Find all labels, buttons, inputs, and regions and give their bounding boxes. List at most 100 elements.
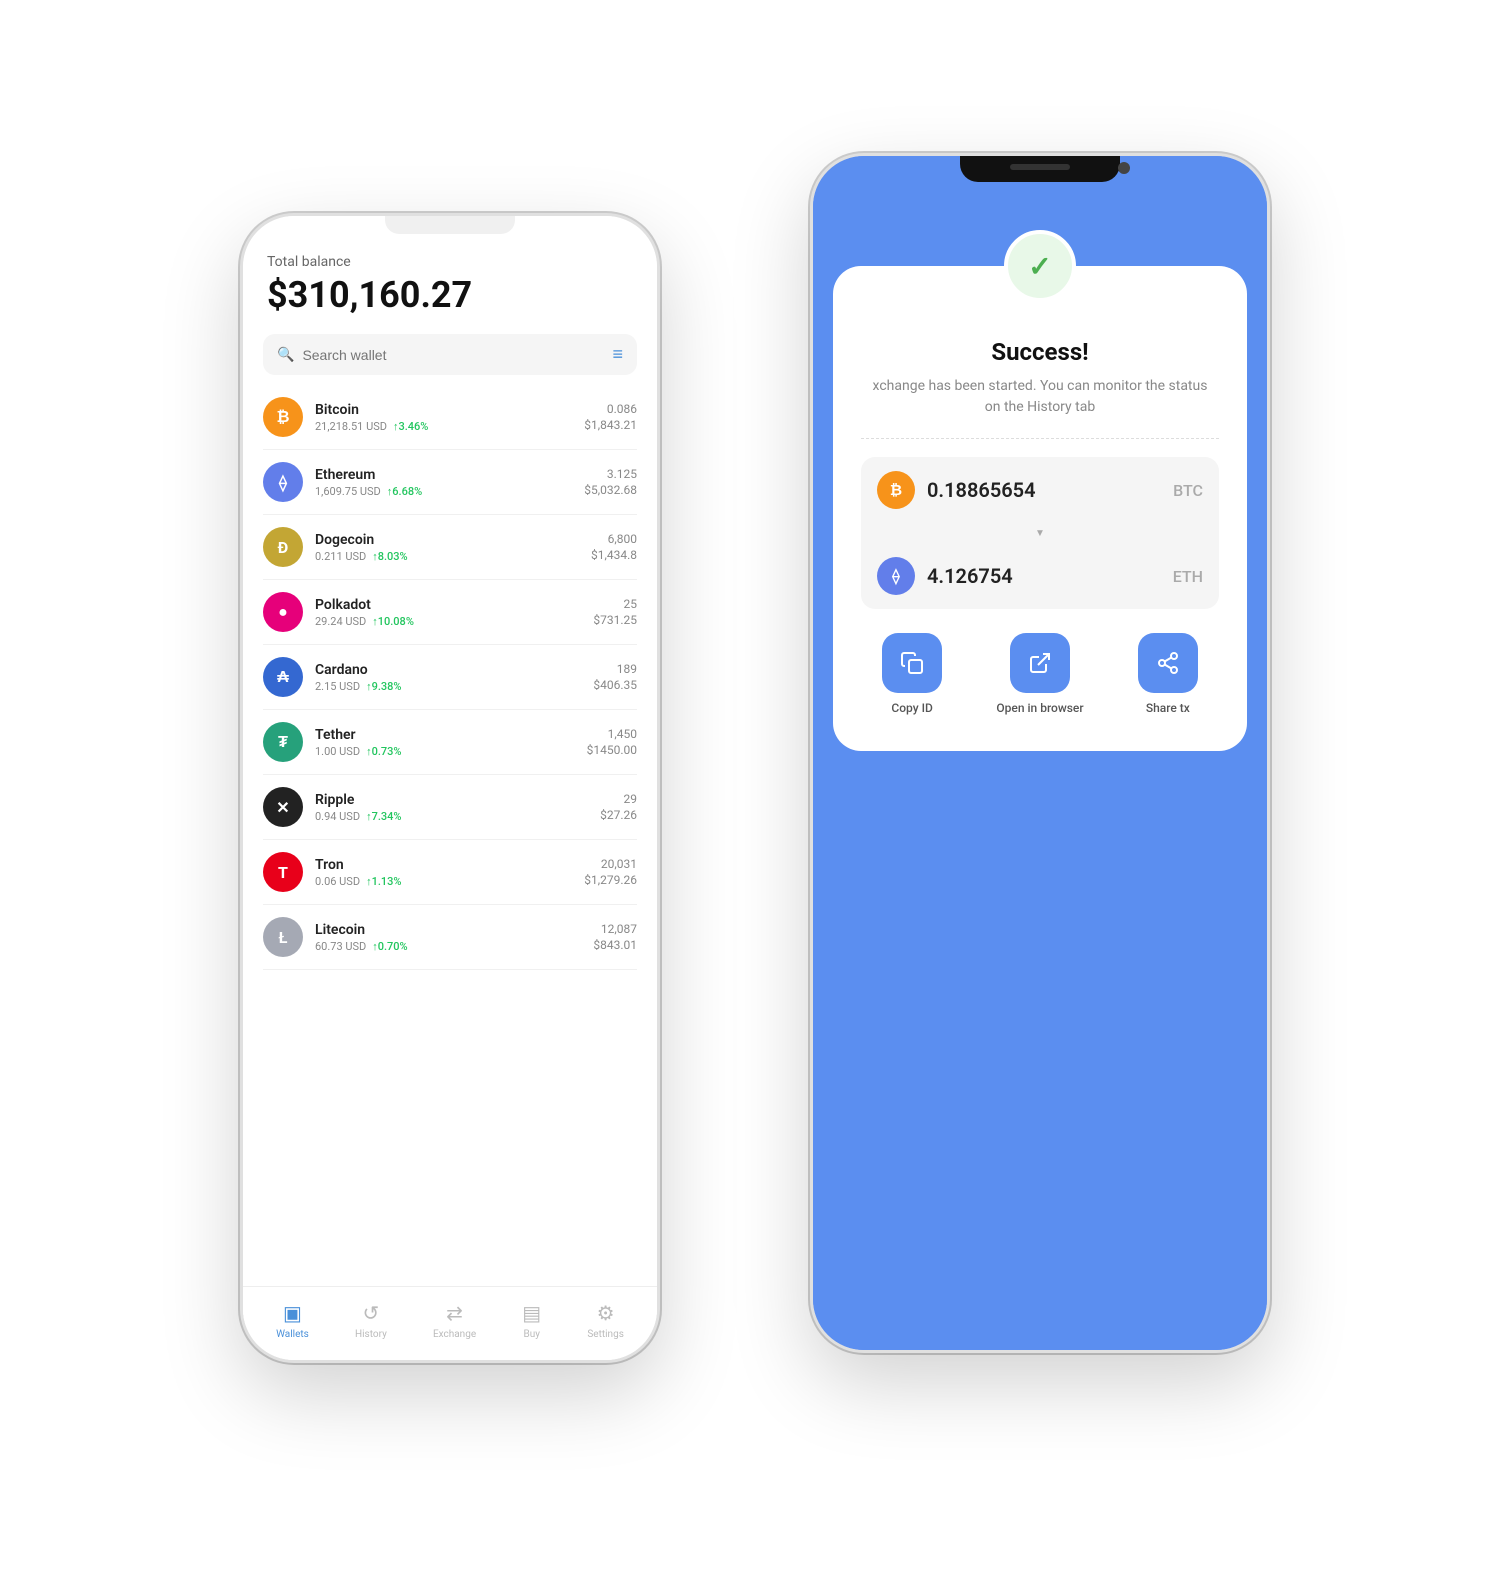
coin-info-ada: Cardano 2.15 USD ↑9.38%	[315, 662, 581, 693]
coin-amount-ada: 189	[593, 662, 637, 676]
nav-icon-history: ↺	[363, 1301, 380, 1325]
coin-name-usdt: Tether	[315, 727, 575, 743]
left-volume-up	[240, 396, 242, 436]
coin-usd-eth: 1,609.75 USD	[315, 485, 381, 498]
nav-item-history[interactable]: ↺ History	[355, 1301, 387, 1340]
coin-amounts-trx: 20,031 $1,279.26	[584, 857, 637, 887]
coin-price-row-ada: 2.15 USD ↑9.38%	[315, 680, 581, 693]
wallet-item-ada[interactable]: ₳ Cardano 2.15 USD ↑9.38% 189 $406.35	[263, 645, 637, 710]
nav-item-wallets[interactable]: ▣ Wallets	[276, 1301, 309, 1340]
coin-amount-dot: 25	[593, 597, 637, 611]
nav-label-settings: Settings	[587, 1329, 624, 1340]
coin-change-xrp: ↑7.34%	[366, 810, 401, 823]
action-btn-label-share-tx: Share tx	[1146, 701, 1190, 715]
coin-price-row-doge: 0.211 USD ↑8.03%	[315, 550, 579, 563]
coin-amount-usdt: 1,450	[587, 727, 637, 741]
coin-amount-btc: 0.086	[584, 402, 637, 416]
nav-label-wallets: Wallets	[276, 1329, 309, 1340]
coin-value-ltc: $843.01	[593, 938, 637, 952]
action-btn-open-browser[interactable]: Open in browser	[996, 633, 1083, 715]
wallet-item-usdt[interactable]: ₮ Tether 1.00 USD ↑0.73% 1,450 $1450.00	[263, 710, 637, 775]
coin-amount-xrp: 29	[600, 792, 637, 806]
coin-info-doge: Dogecoin 0.211 USD ↑8.03%	[315, 532, 579, 563]
exchange-from-row: ₿ 0.18865654 BTC	[861, 457, 1219, 523]
exchange-rows-container: ₿ 0.18865654 BTC ⟠ 4.126754 ETH	[861, 457, 1219, 609]
coin-usd-dot: 29.24 USD	[315, 615, 366, 628]
right-phone-screen: ✓ Success! xchange has been started. You…	[813, 156, 1267, 1350]
coin-price-row-trx: 0.06 USD ↑1.13%	[315, 875, 572, 888]
coin-icon-xrp: ✕	[263, 787, 303, 827]
coin-amounts-ada: 189 $406.35	[593, 662, 637, 692]
coin-value-dot: $731.25	[593, 613, 637, 627]
coin-amount-eth: 3.125	[584, 467, 637, 481]
coin-icon-usdt: ₮	[263, 722, 303, 762]
coin-amount-ltc: 12,087	[593, 922, 637, 936]
total-balance-label: Total balance	[267, 254, 633, 270]
wallet-item-trx[interactable]: T Tron 0.06 USD ↑1.13% 20,031 $1,279.26	[263, 840, 637, 905]
divider	[861, 438, 1219, 439]
coin-change-eth: ↑6.68%	[387, 485, 422, 498]
search-icon: 🔍	[277, 347, 294, 363]
action-btn-icon-copy-id	[882, 633, 942, 693]
coin-value-doge: $1,434.8	[591, 548, 637, 562]
coin-name-doge: Dogecoin	[315, 532, 579, 548]
nav-item-settings[interactable]: ⚙ Settings	[587, 1301, 624, 1340]
coin-name-dot: Polkadot	[315, 597, 581, 613]
wallet-item-ltc[interactable]: Ł Litecoin 60.73 USD ↑0.70% 12,087 $843.…	[263, 905, 637, 970]
success-card: ✓ Success! xchange has been started. You…	[833, 266, 1247, 751]
from-ticker: BTC	[1173, 481, 1203, 500]
action-btn-icon-open-browser	[1010, 633, 1070, 693]
search-input[interactable]	[302, 347, 604, 363]
coin-name-xrp: Ripple	[315, 792, 588, 808]
left-side-button	[658, 416, 660, 476]
coin-amounts-xrp: 29 $27.26	[600, 792, 637, 822]
coin-info-dot: Polkadot 29.24 USD ↑10.08%	[315, 597, 581, 628]
coin-info-btc: Bitcoin 21,218.51 USD ↑3.46%	[315, 402, 572, 433]
nav-item-buy[interactable]: ▤ Buy	[522, 1301, 541, 1340]
coin-change-ada: ↑9.38%	[366, 680, 401, 693]
coin-icon-doge: Ð	[263, 527, 303, 567]
exchange-box: ₿ 0.18865654 BTC ⟠ 4.126754 ETH	[861, 457, 1219, 609]
coin-amount-doge: 6,800	[591, 532, 637, 546]
coin-change-doge: ↑8.03%	[372, 550, 407, 563]
nav-item-exchange[interactable]: ⇄ Exchange	[433, 1301, 476, 1340]
wallet-item-btc[interactable]: ₿ Bitcoin 21,218.51 USD ↑3.46% 0.086 $1,…	[263, 385, 637, 450]
coin-change-dot: ↑10.08%	[372, 615, 414, 628]
left-phone-screen: Total balance $310,160.27 🔍 ≡ ₿ Bitcoin …	[243, 216, 657, 1360]
coin-usd-doge: 0.211 USD	[315, 550, 366, 563]
coin-amounts-usdt: 1,450 $1450.00	[587, 727, 637, 757]
action-btn-copy-id[interactable]: Copy ID	[882, 633, 942, 715]
nav-icon-buy: ▤	[522, 1301, 541, 1325]
action-btn-icon-share-tx	[1138, 633, 1198, 693]
coin-info-xrp: Ripple 0.94 USD ↑7.34%	[315, 792, 588, 823]
coin-icon-trx: T	[263, 852, 303, 892]
coin-price-row-xrp: 0.94 USD ↑7.34%	[315, 810, 588, 823]
coin-amounts-dot: 25 $731.25	[593, 597, 637, 627]
coin-value-usdt: $1450.00	[587, 743, 637, 757]
coin-change-ltc: ↑0.70%	[372, 940, 407, 953]
action-btn-share-tx[interactable]: Share tx	[1138, 633, 1198, 715]
coin-icon-eth: ⟠	[263, 462, 303, 502]
coin-usd-xrp: 0.94 USD	[315, 810, 360, 823]
search-bar[interactable]: 🔍 ≡	[263, 334, 637, 375]
coin-icon-dot: ●	[263, 592, 303, 632]
coin-change-usdt: ↑0.73%	[366, 745, 401, 758]
coin-amount-trx: 20,031	[584, 857, 637, 871]
wallet-item-xrp[interactable]: ✕ Ripple 0.94 USD ↑7.34% 29 $27.26	[263, 775, 637, 840]
wallet-item-eth[interactable]: ⟠ Ethereum 1,609.75 USD ↑6.68% 3.125 $5,…	[263, 450, 637, 515]
coin-icon-ltc: Ł	[263, 917, 303, 957]
coin-usd-usdt: 1.00 USD	[315, 745, 360, 758]
exchange-arrow	[861, 523, 1219, 543]
nav-icon-settings: ⚙	[597, 1301, 615, 1325]
coin-price-row-btc: 21,218.51 USD ↑3.46%	[315, 420, 572, 433]
nav-icon-wallets: ▣	[283, 1301, 302, 1325]
right-side-button	[1268, 376, 1270, 446]
wallet-item-dot[interactable]: ● Polkadot 29.24 USD ↑10.08% 25 $731.25	[263, 580, 637, 645]
list-view-icon[interactable]: ≡	[612, 344, 623, 365]
nav-icon-exchange: ⇄	[446, 1301, 463, 1325]
success-message: xchange has been started. You can monito…	[861, 376, 1219, 418]
wallet-list: ₿ Bitcoin 21,218.51 USD ↑3.46% 0.086 $1,…	[243, 385, 657, 1286]
nav-label-buy: Buy	[523, 1329, 539, 1340]
total-balance-amount: $310,160.27	[267, 274, 633, 316]
wallet-item-doge[interactable]: Ð Dogecoin 0.211 USD ↑8.03% 6,800 $1,434…	[263, 515, 637, 580]
